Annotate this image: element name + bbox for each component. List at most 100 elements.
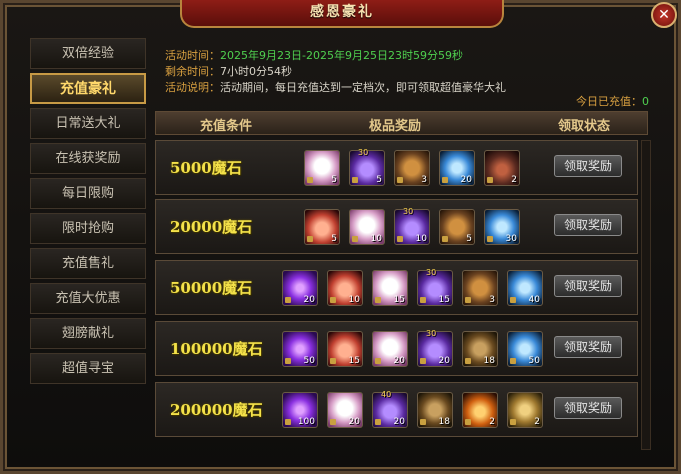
medal-icon[interactable]: 2 [484, 150, 520, 186]
sidebar-item[interactable]: 充值豪礼 [30, 73, 146, 104]
bound-lock-icon [465, 419, 471, 425]
bound-lock-icon [465, 358, 471, 364]
today-recharge-label: 今日已充值： [576, 95, 642, 108]
table-header: 充值条件 极品奖励 领取状态 [155, 111, 648, 135]
item-level-label: 30 [358, 148, 369, 157]
blue-gem-icon[interactable]: 40 [507, 270, 543, 306]
purple-egg-icon[interactable]: 30 15 [417, 268, 453, 306]
item-count: 20 [393, 356, 405, 366]
sidebar-item[interactable]: 每日限购 [30, 178, 146, 209]
claim-reward-button[interactable]: 领取奖励 [554, 336, 622, 358]
recharge-condition: 50000魔石 [170, 279, 253, 297]
item-count: 15 [438, 295, 450, 305]
scrollbar[interactable] [641, 140, 651, 450]
treasure-icon[interactable]: 2 [507, 392, 543, 428]
reward-row: 5000魔石 5 30 5 3 20 2 领取奖励 [155, 140, 638, 195]
flame-crystal-icon[interactable]: 2 [462, 392, 498, 428]
blue-gem-icon[interactable]: 30 [484, 209, 520, 245]
bound-lock-icon [285, 358, 291, 364]
claim-reward-button[interactable]: 领取奖励 [554, 214, 622, 236]
item-level-label: 30 [426, 268, 437, 277]
bound-lock-icon [420, 297, 426, 303]
item-count: 20 [393, 417, 405, 427]
remaining-time-line: 剩余时间：7小时0分54秒 [165, 64, 655, 80]
item-count: 20 [303, 295, 315, 305]
event-time-label: 活动时间： [165, 49, 220, 62]
bound-lock-icon [352, 236, 358, 242]
recharge-condition: 5000魔石 [170, 159, 242, 177]
fox-mount-icon[interactable]: 20 [327, 392, 363, 428]
sidebar-item[interactable]: 超值寻宝 [30, 353, 146, 384]
item-count: 10 [348, 295, 360, 305]
bound-lock-icon [510, 419, 516, 425]
item-count: 40 [528, 295, 540, 305]
sidebar-item[interactable]: 在线获奖励 [30, 143, 146, 174]
fox-mount-icon[interactable]: 5 [304, 150, 340, 186]
bound-lock-icon [307, 177, 313, 183]
sidebar-item[interactable]: 充值售礼 [30, 248, 146, 279]
bound-lock-icon [420, 358, 426, 364]
item-count: 2 [489, 417, 495, 427]
bound-lock-icon [397, 177, 403, 183]
sidebar-item[interactable]: 双倍经验 [30, 38, 146, 69]
blue-gem-icon[interactable]: 50 [507, 331, 543, 367]
fox-mount-icon[interactable]: 15 [372, 270, 408, 306]
sidebar-item[interactable]: 日常送大礼 [30, 108, 146, 139]
reward-row: 200000魔石 100 20 40 20 18 2 2 领取奖励 [155, 382, 638, 437]
sidebar: 双倍经验充值豪礼日常送大礼在线获奖励每日限购限时抢购充值售礼充值大优惠翅膀献礼超… [30, 38, 148, 388]
bound-lock-icon [375, 419, 381, 425]
item-count: 20 [348, 417, 360, 427]
purple-egg-icon[interactable]: 30 20 [417, 329, 453, 367]
skill-book-icon[interactable]: 18 [417, 392, 453, 428]
sidebar-item[interactable]: 充值大优惠 [30, 283, 146, 314]
item-count: 30 [505, 234, 517, 244]
bronze-badge-icon[interactable]: 3 [462, 270, 498, 306]
item-count: 15 [393, 295, 405, 305]
bound-lock-icon [285, 297, 291, 303]
item-count: 20 [438, 356, 450, 366]
recharge-condition: 20000魔石 [170, 218, 253, 236]
event-info: 活动时间：2025年9月23日-2025年9月25日23时59分59秒 剩余时间… [165, 48, 655, 96]
purple-orb-icon[interactable]: 20 [282, 270, 318, 306]
sidebar-item[interactable]: 翅膀献礼 [30, 318, 146, 349]
window-title: 感恩豪礼 [180, 0, 504, 28]
red-wing-icon[interactable]: 15 [327, 331, 363, 367]
bound-lock-icon [330, 419, 336, 425]
item-count: 18 [483, 356, 495, 366]
purple-egg-icon[interactable]: 30 10 [394, 207, 430, 245]
bound-lock-icon [375, 297, 381, 303]
fox-mount-icon[interactable]: 20 [372, 331, 408, 367]
sidebar-item[interactable]: 限时抢购 [30, 213, 146, 244]
red-wing-icon[interactable]: 5 [304, 209, 340, 245]
purple-egg-icon[interactable]: 40 20 [372, 390, 408, 428]
bound-lock-icon [352, 177, 358, 183]
bronze-badge-icon[interactable]: 3 [394, 150, 430, 186]
purple-orb-icon[interactable]: 50 [282, 331, 318, 367]
bound-lock-icon [285, 419, 291, 425]
purple-egg-icon[interactable]: 30 5 [349, 148, 385, 186]
bound-lock-icon [487, 177, 493, 183]
col-condition: 充值条件 [200, 119, 253, 134]
item-count: 5 [331, 175, 337, 185]
item-level-label: 40 [381, 390, 392, 399]
item-count: 2 [534, 417, 540, 427]
red-wing-icon[interactable]: 10 [327, 270, 363, 306]
bronze-badge-icon[interactable]: 5 [439, 209, 475, 245]
claim-reward-button[interactable]: 领取奖励 [554, 397, 622, 419]
bound-lock-icon [375, 358, 381, 364]
item-count: 18 [438, 417, 450, 427]
claim-reward-button[interactable]: 领取奖励 [554, 275, 622, 297]
event-desc-value: 活动期间，每日充值达到一定档次，即可领取超值豪华大礼 [220, 81, 506, 94]
fox-mount-icon[interactable]: 10 [349, 209, 385, 245]
blue-gem-icon[interactable]: 20 [439, 150, 475, 186]
skill-book-icon[interactable]: 18 [462, 331, 498, 367]
today-recharge: 今日已充值：0 [576, 93, 649, 109]
item-count: 5 [466, 234, 472, 244]
item-count: 3 [421, 175, 427, 185]
close-icon[interactable]: ✕ [651, 2, 677, 28]
purple-orb-icon[interactable]: 100 [282, 392, 318, 428]
bound-lock-icon [330, 297, 336, 303]
reward-row: 50000魔石 20 10 15 30 15 3 40 领取奖励 [155, 260, 638, 315]
today-recharge-value: 0 [642, 95, 649, 108]
claim-reward-button[interactable]: 领取奖励 [554, 155, 622, 177]
